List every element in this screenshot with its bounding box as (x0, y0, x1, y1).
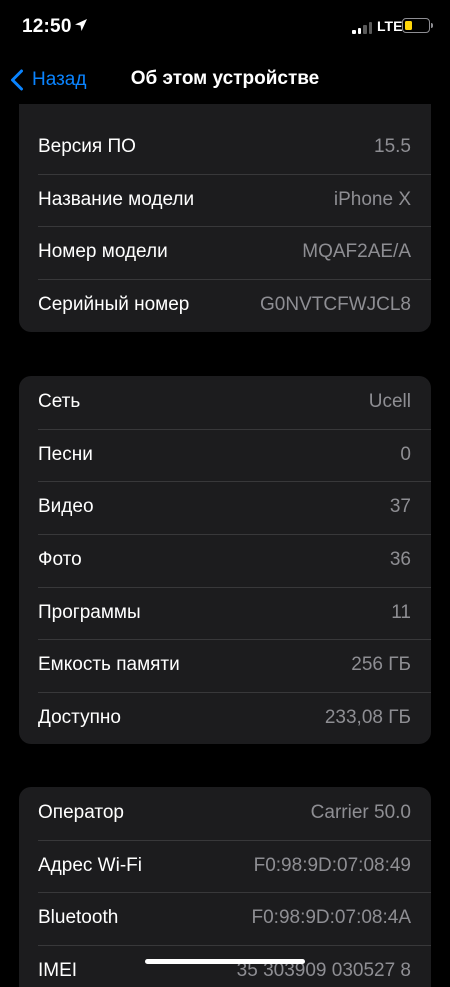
row-value: 11 (391, 601, 411, 623)
list-item: Серийный номер G0NVTCFWJCL8 (19, 279, 431, 332)
content-stats-group: Сеть Ucell Песни 0 Видео 37 Фото 36 Прог… (19, 376, 431, 744)
list-item: Название модели iPhone X (19, 173, 431, 227)
list-item: Сеть Ucell (19, 376, 431, 429)
row-value: 36 (389, 549, 411, 571)
row-label: Фото (38, 549, 82, 571)
list-item: Программы 11 (19, 586, 431, 640)
list-item: Версия ПО 15.5 (19, 121, 431, 174)
status-bar: 12:50 LTE (0, 0, 450, 56)
row-value: MQAF2AE/A (302, 241, 411, 263)
row-value: 233,08 ГБ (324, 707, 411, 729)
list-item: Песни 0 (19, 428, 431, 482)
row-label: Оператор (38, 802, 124, 823)
row-value: 37 (389, 496, 411, 518)
device-info-group: Версия ПО 15.5 Название модели iPhone X … (19, 104, 431, 332)
row-label: Номер модели (38, 241, 168, 263)
list-item: IMEI 35 303909 030527 8 (19, 945, 431, 987)
page-title: Об этом устройстве (130, 68, 320, 89)
battery-icon (402, 18, 433, 33)
row-label: Емкость памяти (38, 654, 180, 676)
list-item: Bluetooth F0:98:9D:07:08:4A (19, 892, 431, 945)
row-label: Песни (38, 443, 93, 465)
row-value: F0:98:9D:07:08:4A (251, 907, 412, 929)
list-item: Емкость памяти 256 ГБ (19, 639, 431, 692)
list-item: Доступно 233,08 ГБ (19, 692, 431, 744)
location-arrow-icon (75, 19, 87, 31)
network-info-group: Оператор Carrier 50.0 Адрес Wi-Fi F0:98:… (19, 787, 431, 987)
cellular-signal-icon (352, 22, 374, 34)
row-label: Bluetooth (38, 907, 119, 929)
row-value: 15.5 (374, 136, 411, 157)
status-time: 12:50 (22, 16, 72, 37)
row-value: F0:98:9D:07:08:49 (253, 854, 411, 876)
list-item: Фото 36 (19, 534, 431, 587)
row-label: Программы (38, 601, 141, 623)
row-label: Адрес Wi-Fi (38, 854, 142, 876)
row-label: Серийный номер (38, 294, 190, 316)
row-value: iPhone X (333, 188, 411, 210)
row-value: Ucell (368, 391, 411, 412)
row-label: Доступно (38, 707, 121, 729)
home-indicator[interactable] (145, 959, 305, 964)
row-label: IMEI (38, 960, 78, 982)
navigation-bar: Назад Об этом устройстве (0, 56, 450, 104)
clipped-row (19, 104, 431, 121)
network-type: LTE (377, 18, 403, 34)
row-value: Carrier 50.0 (310, 802, 411, 823)
list-item: Адрес Wi-Fi F0:98:9D:07:08:49 (19, 839, 431, 893)
row-value: 256 ГБ (351, 654, 411, 676)
list-item[interactable]: Оператор Carrier 50.0 (19, 787, 431, 840)
row-value: G0NVTCFWJCL8 (260, 294, 411, 316)
row-label: Название модели (38, 188, 195, 210)
list-item: Номер модели MQAF2AE/A (19, 226, 431, 279)
row-value: 0 (400, 443, 411, 465)
row-label: Видео (38, 496, 94, 518)
row-label: Версия ПО (38, 136, 136, 157)
row-label: Сеть (38, 391, 81, 412)
list-item: Видео 37 (19, 481, 431, 534)
